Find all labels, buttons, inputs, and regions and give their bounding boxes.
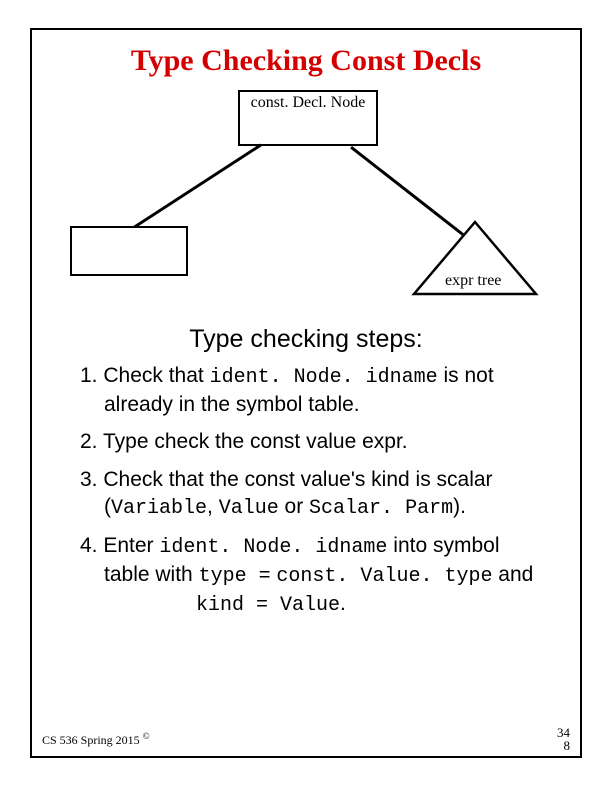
step-3-mid: , — [207, 495, 219, 518]
step-4-code1: ident. Node. idname — [159, 536, 387, 559]
footer-left: CS 536 Spring 2015 © — [42, 731, 150, 748]
step-1: 1. Check that ident. Node. idname is not… — [80, 362, 544, 418]
ident-node-box — [70, 226, 188, 252]
step-4-text-a: 4. Enter — [80, 534, 159, 557]
step-4-text-c: and — [492, 563, 533, 586]
expr-tree-label: expr tree — [445, 272, 501, 290]
slide-title: Type Checking Const Decls — [32, 44, 580, 78]
arrow-left — [118, 143, 262, 238]
step-3-code1: Variable — [111, 497, 207, 520]
root-node-body — [238, 112, 378, 146]
footer-copyright: © — [143, 731, 150, 741]
step-4-code3: const. Value. type — [276, 564, 492, 590]
diagram-area: const. Decl. Node ident. Node expr tree — [32, 90, 580, 310]
step-3-text-c: ). — [453, 495, 466, 518]
ident-node-body — [70, 250, 188, 276]
step-1-text-a: 1. Check that — [80, 364, 210, 387]
footer-right: 34 8 — [557, 726, 570, 752]
step-4-code4: kind = Value — [196, 594, 340, 617]
step-4: 4. Enter ident. Node. idname into symbol… — [80, 532, 544, 619]
page-frame: Type Checking Const Decls const. Decl. N… — [30, 28, 582, 758]
step-4-code2: type = — [199, 565, 271, 588]
step-3-code2: Value — [219, 497, 279, 520]
step-1-code: ident. Node. idname — [210, 366, 438, 389]
steps-heading: Type checking steps: — [32, 325, 580, 354]
footer-page-2: 8 — [557, 739, 570, 752]
footer-course: CS 536 Spring 2015 — [42, 733, 140, 747]
step-3: 3. Check that the const value's kind is … — [80, 466, 544, 522]
step-4-text-d: . — [340, 592, 346, 615]
step-3-text-b: or — [279, 495, 309, 518]
step-3-code3: Scalar. Parm — [309, 497, 453, 520]
step-2: 2. Type check the const value expr. — [80, 428, 544, 455]
steps-list: 1. Check that ident. Node. idname is not… — [80, 362, 544, 629]
